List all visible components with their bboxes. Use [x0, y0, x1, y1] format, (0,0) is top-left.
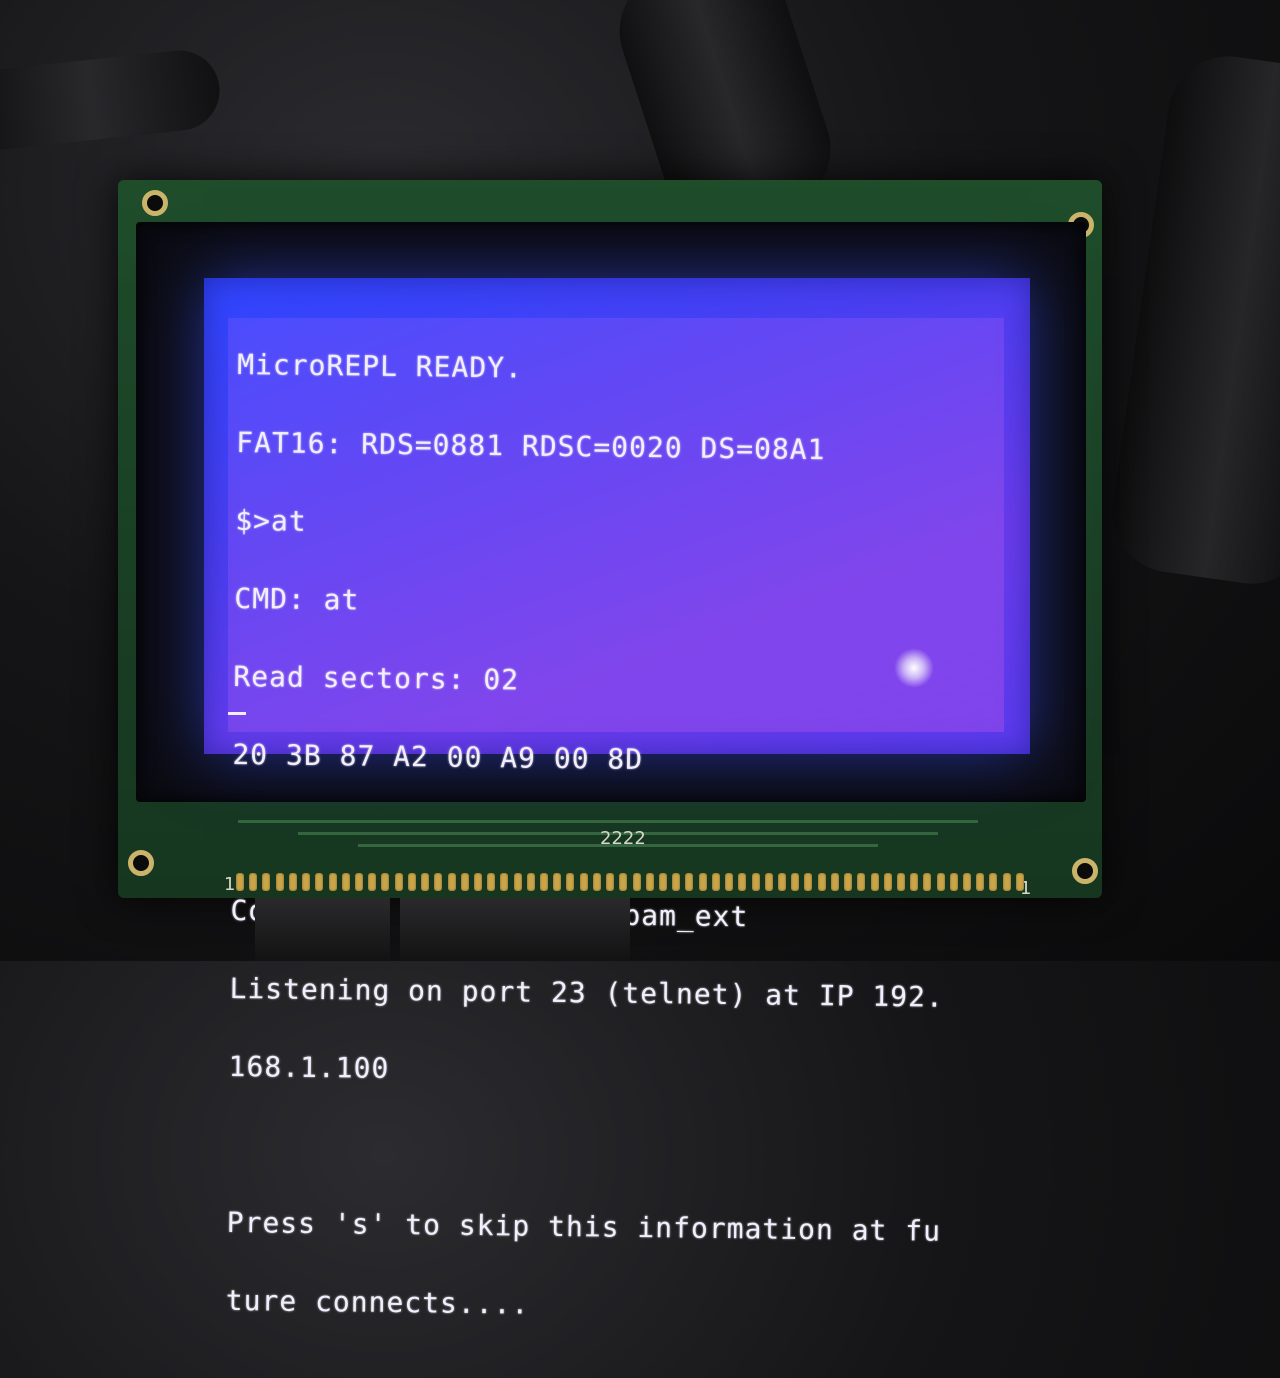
header-pin	[447, 873, 456, 891]
header-pin	[275, 873, 284, 891]
header-pin	[553, 873, 562, 891]
terminal-line: Listening on port 23 (telnet) at IP 192.	[229, 971, 945, 1014]
header-pin	[592, 873, 601, 891]
cable	[1104, 48, 1280, 592]
header-pin	[487, 873, 496, 891]
header-pin	[830, 873, 839, 891]
header-pin	[368, 873, 377, 891]
header-pin	[288, 873, 297, 891]
terminal-line: Read sectors: 02	[233, 659, 520, 697]
header-pin	[394, 873, 403, 891]
header-pin	[711, 873, 720, 891]
terminal-line: 168.1.100	[228, 1049, 390, 1085]
ribbon-connector	[400, 898, 630, 961]
header-pin	[949, 873, 958, 891]
header-pin	[777, 873, 786, 891]
header-pin	[513, 873, 522, 891]
header-pin	[883, 873, 892, 891]
header-pin	[817, 873, 826, 891]
header-pin	[540, 873, 549, 891]
header-pin	[434, 873, 443, 891]
terminal-output: MicroREPL READY. FAT16: RDS=0881 RDSC=00…	[225, 300, 952, 1375]
header-pin	[896, 873, 905, 891]
header-pin	[407, 873, 416, 891]
header-pin	[936, 873, 945, 891]
mounting-hole	[128, 850, 154, 876]
header-pin	[460, 873, 469, 891]
header-pin	[619, 873, 628, 891]
cable	[0, 46, 224, 154]
mounting-hole	[1072, 858, 1098, 884]
terminal-cursor	[228, 712, 246, 715]
header-pin	[421, 873, 430, 891]
terminal-line: Press 's' to skip this information at fu	[226, 1205, 942, 1248]
terminal-line: ture connects....	[225, 1283, 530, 1321]
header-pin	[566, 873, 575, 891]
header-pin	[579, 873, 588, 891]
terminal-line: CMD: at	[234, 581, 360, 617]
header-pin	[791, 873, 800, 891]
header-pin	[645, 873, 654, 891]
header-pin	[738, 873, 747, 891]
header-pin	[659, 873, 667, 891]
header-pin	[764, 873, 773, 891]
header-pin	[354, 873, 363, 891]
header-pin	[526, 873, 535, 891]
header-pin	[315, 873, 324, 891]
header-pin	[606, 873, 615, 891]
header-pin	[236, 873, 244, 891]
header-pin	[328, 873, 337, 891]
lcd-screen: MicroREPL READY. FAT16: RDS=0881 RDSC=00…	[204, 278, 1030, 1321]
header-pin	[725, 873, 734, 891]
terminal-line: 20 3B 87 A2 00 A9 00 8D	[232, 737, 644, 776]
header-pin	[963, 873, 972, 891]
header-pin	[804, 873, 813, 891]
header-pin	[923, 873, 932, 891]
header-pin	[302, 873, 311, 891]
header-pin	[870, 873, 879, 891]
ribbon-connector	[255, 898, 390, 961]
header-pin	[685, 873, 694, 891]
terminal-line: $>at	[235, 503, 307, 538]
header-pin	[381, 873, 390, 891]
light-glare	[894, 648, 934, 688]
header-pin	[910, 873, 919, 891]
header-pin	[1002, 873, 1011, 891]
terminal-line: MicroREPL READY.	[237, 347, 524, 385]
header-pin	[632, 873, 641, 891]
terminal-line: FAT16: RDS=0881 RDSC=0020 DS=08A1	[236, 425, 826, 467]
header-pin	[341, 873, 350, 891]
header-pin	[249, 873, 258, 891]
header-pin	[989, 873, 998, 891]
header-pin	[698, 873, 707, 891]
mounting-hole	[142, 190, 168, 216]
header-pin	[500, 873, 509, 891]
header-pin	[473, 873, 482, 891]
header-pin	[262, 873, 271, 891]
header-pin	[672, 873, 681, 891]
header-pin	[751, 873, 760, 891]
header-pin	[857, 873, 866, 891]
header-pin	[1015, 873, 1024, 891]
header-pin-row	[236, 873, 1024, 893]
header-pin	[844, 873, 853, 891]
header-pin	[976, 873, 985, 891]
